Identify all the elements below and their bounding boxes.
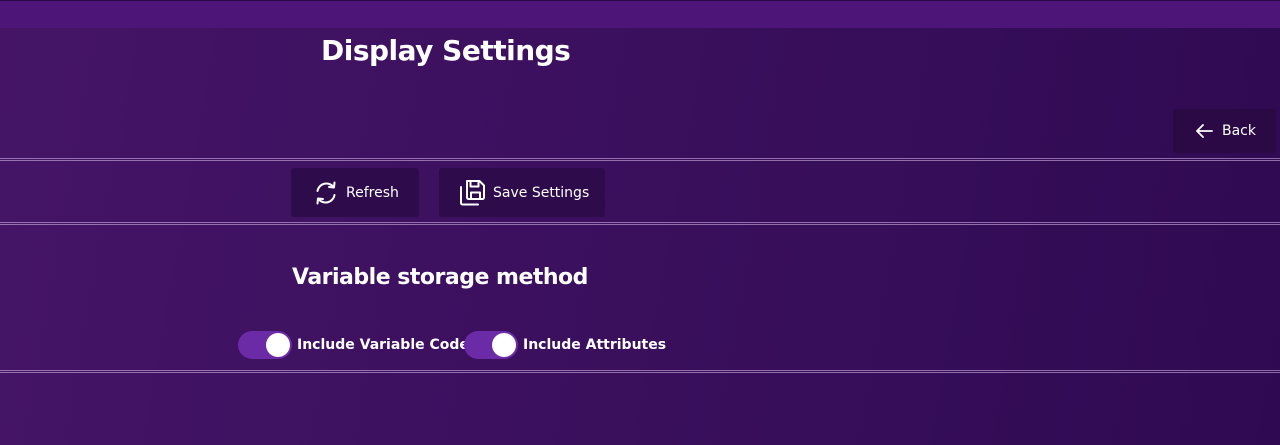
- save-settings-label: Save Settings: [493, 184, 590, 201]
- include-variable-code-toggle[interactable]: [238, 331, 292, 359]
- top-strip: [0, 0, 1280, 28]
- refresh-button[interactable]: Refresh: [291, 168, 419, 217]
- arrow-left-icon: [1195, 123, 1213, 139]
- refresh-button-label: Refresh: [346, 184, 399, 201]
- back-button[interactable]: Back: [1173, 109, 1276, 153]
- toggle-knob: [492, 333, 516, 357]
- back-button-label: Back: [1222, 123, 1256, 139]
- section-title: Variable storage method: [292, 265, 588, 290]
- include-variable-code-option: Include Variable Code: [238, 331, 469, 359]
- toggle-knob: [266, 333, 290, 357]
- divider: [0, 158, 1280, 161]
- save-icon: [458, 178, 487, 207]
- include-attributes-toggle[interactable]: [464, 331, 518, 359]
- page-title: Display Settings: [321, 34, 571, 67]
- divider: [0, 370, 1280, 373]
- include-variable-code-label: Include Variable Code: [297, 337, 469, 353]
- save-settings-button[interactable]: Save Settings: [439, 168, 605, 217]
- include-attributes-label: Include Attributes: [523, 337, 667, 353]
- include-attributes-option: Include Attributes: [464, 331, 666, 359]
- refresh-icon: [312, 179, 340, 207]
- divider: [0, 222, 1280, 225]
